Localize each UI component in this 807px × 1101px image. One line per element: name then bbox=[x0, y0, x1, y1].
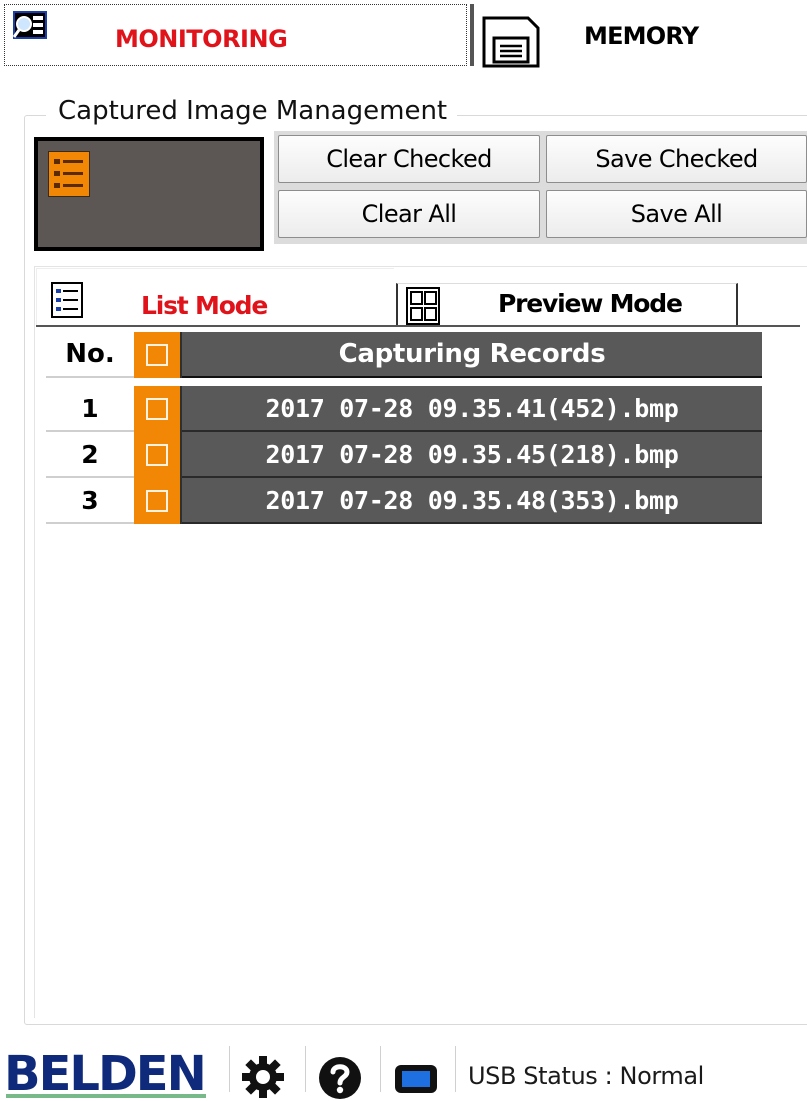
list-icon bbox=[48, 151, 90, 197]
row-checkbox[interactable] bbox=[146, 444, 168, 466]
table-row[interactable]: 3 2017 07-28 09.35.48(353).bmp bbox=[46, 478, 762, 524]
row-number: 1 bbox=[46, 386, 134, 432]
settings-button[interactable] bbox=[240, 1054, 286, 1100]
footer-separator bbox=[455, 1046, 456, 1092]
tab-monitoring-label: MONITORING bbox=[115, 25, 288, 53]
tab-list-mode[interactable]: List Mode bbox=[36, 268, 394, 326]
usb-device-indicator bbox=[393, 1062, 439, 1096]
row-checkbox-cell bbox=[134, 386, 182, 432]
save-all-button[interactable]: Save All bbox=[546, 190, 807, 238]
clear-all-button[interactable]: Clear All bbox=[278, 190, 540, 238]
mode-panel bbox=[34, 266, 807, 1018]
header-record: Capturing Records bbox=[182, 332, 762, 378]
monitoring-icon bbox=[13, 11, 47, 39]
list-mode-icon bbox=[51, 282, 83, 318]
logo-tagline bbox=[6, 1094, 206, 1098]
table-row[interactable]: 1 2017 07-28 09.35.41(452).bmp bbox=[46, 386, 762, 432]
tab-memory[interactable]: MEMORY bbox=[476, 4, 807, 68]
belden-logo: BELDEN bbox=[4, 1046, 207, 1101]
preview-mode-icon bbox=[406, 287, 440, 325]
tab-list-mode-label: List Mode bbox=[141, 291, 268, 320]
tab-divider bbox=[470, 4, 474, 66]
tab-underline bbox=[36, 325, 800, 327]
clear-checked-button[interactable]: Clear Checked bbox=[278, 135, 540, 183]
group-title: Captured Image Management bbox=[46, 96, 458, 126]
row-record[interactable]: 2017 07-28 09.35.41(452).bmp bbox=[182, 386, 762, 432]
footer-separator bbox=[380, 1046, 381, 1092]
capture-preview bbox=[34, 137, 264, 251]
footer-separator bbox=[305, 1046, 306, 1092]
table-header-row: No. Capturing Records bbox=[46, 332, 762, 378]
row-checkbox-cell bbox=[134, 432, 182, 478]
gear-icon bbox=[242, 1056, 284, 1098]
help-button[interactable] bbox=[318, 1056, 362, 1100]
row-number: 3 bbox=[46, 478, 134, 524]
capture-preview-area bbox=[38, 141, 260, 247]
usb-status-text: USB Status : Normal bbox=[468, 1062, 704, 1090]
tab-monitoring[interactable]: MONITORING bbox=[4, 4, 467, 66]
table-row[interactable]: 2 2017 07-28 09.35.45(218).bmp bbox=[46, 432, 762, 478]
save-checked-button[interactable]: Save Checked bbox=[546, 135, 807, 183]
row-record[interactable]: 2017 07-28 09.35.45(218).bmp bbox=[182, 432, 762, 478]
tab-preview-mode-label: Preview Mode bbox=[498, 289, 683, 318]
select-all-checkbox[interactable] bbox=[146, 344, 168, 366]
memory-icon bbox=[482, 16, 540, 68]
help-icon bbox=[319, 1057, 361, 1099]
tab-preview-mode[interactable]: Preview Mode bbox=[396, 283, 738, 327]
row-record[interactable]: 2017 07-28 09.35.48(353).bmp bbox=[182, 478, 762, 524]
usb-device-icon bbox=[395, 1065, 437, 1093]
row-checkbox[interactable] bbox=[146, 490, 168, 512]
row-number: 2 bbox=[46, 432, 134, 478]
header-checkbox-cell bbox=[134, 332, 182, 378]
header-number: No. bbox=[46, 332, 134, 378]
row-checkbox-cell bbox=[134, 478, 182, 524]
tab-memory-label: MEMORY bbox=[584, 22, 699, 50]
footer-separator bbox=[229, 1046, 230, 1092]
row-checkbox[interactable] bbox=[146, 398, 168, 420]
